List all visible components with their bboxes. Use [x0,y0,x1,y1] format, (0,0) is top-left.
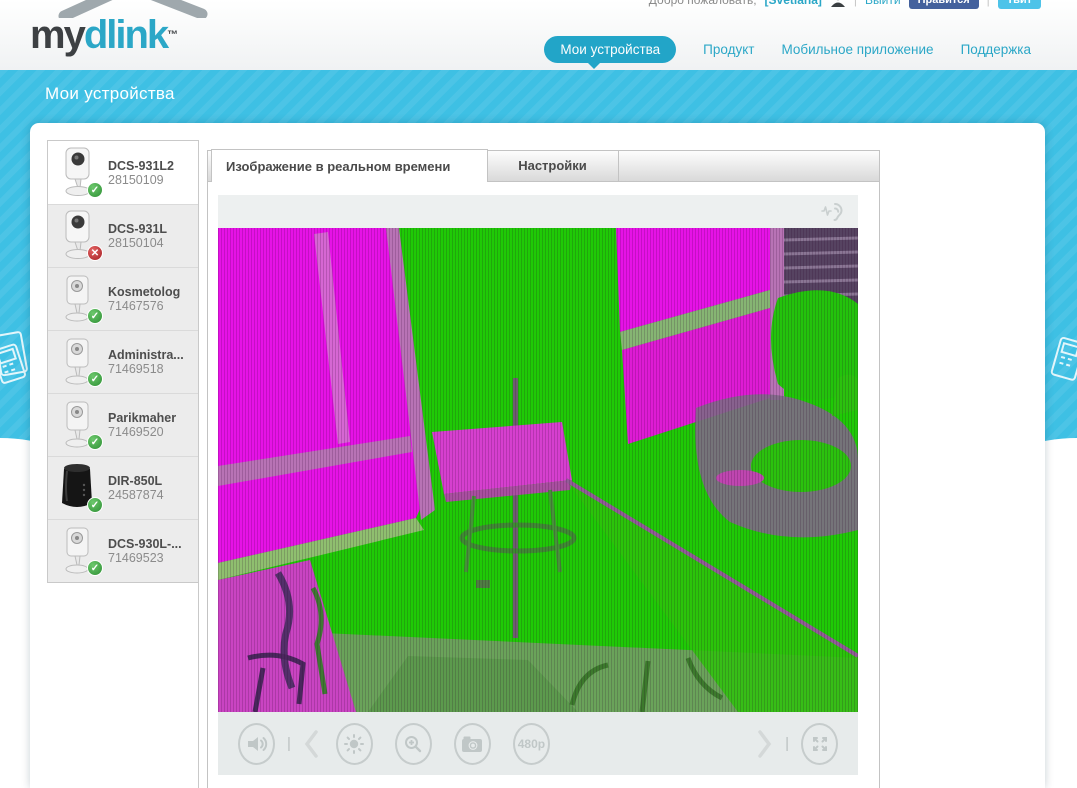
device-item-kosmetolog[interactable]: ✓ Kosmetolog 71467576 [48,267,198,330]
device-name: DCS-930L-... [108,537,182,551]
status-online-icon: ✓ [87,434,103,450]
nav-product[interactable]: Продукт [703,42,754,57]
user-icon [830,0,845,7]
camera-thumbnail: ✓ [54,524,103,578]
device-name: Kosmetolog [108,285,181,299]
status-offline-icon: ✕ [87,245,103,261]
content-panel: ✓ DCS-931L2 28150109 ✕ DCS-931L 28150104 ✓… [30,123,1045,788]
device-item-dcs-931l2[interactable]: ✓ DCS-931L2 28150109 [48,141,198,204]
device-id: 71469520 [108,425,164,439]
device-list: ✓ DCS-931L2 28150109 ✕ DCS-931L 28150104 ✓… [47,140,199,583]
device-name: DIR-850L [108,474,163,488]
top-header: mydlink™ Добро пожаловать, [Svetlana] | … [0,0,1077,70]
device-item-dir-850l[interactable]: ✓ DIR-850L 24587874 [48,456,198,519]
device-item-dcs-930l[interactable]: ✓ DCS-930L-... 71469523 [48,519,198,582]
status-online-icon: ✓ [87,560,103,576]
separator: | [853,0,858,7]
live-view-content: | 480p | [207,181,880,788]
device-id: 71467576 [108,299,164,313]
snapshot-button[interactable] [453,722,491,765]
camera-thumbnail: ✓ [54,398,103,452]
separator: | [287,735,291,752]
device-id: 28150104 [108,236,164,250]
mydlink-page: mydlink™ Добро пожаловать, [Svetlana] | … [0,0,1077,788]
mydlink-logo[interactable]: mydlink™ [30,0,208,57]
username-link[interactable]: [Svetlana] [765,0,822,7]
device-id: 28150109 [108,172,164,187]
status-online-icon: ✓ [87,497,103,513]
camera-live-stream [218,228,858,712]
resolution-label: 480p [517,736,546,751]
device-name: DCS-931L [108,222,168,236]
nav-mobile-app[interactable]: Мобильное приложение [781,42,933,57]
main-nav: Мои устройства Продукт Мобильное приложе… [544,36,1031,69]
brightness-button[interactable] [335,722,373,765]
viewer-header [218,195,858,228]
account-bar: Добро пожаловать, [Svetlana] | Выйти Нра… [649,0,1041,11]
device-id: 24587874 [108,488,164,502]
status-online-icon: ✓ [87,181,103,198]
next-button[interactable] [756,729,773,759]
tab-live-view[interactable]: Изображение в реальном времени [211,149,488,182]
camera-thumbnail: ✕ [54,209,103,263]
page-title: Мои устройства [45,84,175,103]
resolution-button[interactable]: 480p [512,722,550,765]
zoom-in-button[interactable] [394,722,432,765]
facebook-like-button[interactable]: Нравится [908,0,979,9]
fullscreen-button[interactable] [801,722,838,765]
separator: | [785,735,789,752]
device-id: 71469518 [108,362,164,376]
logo-text: mydlink™ [30,13,178,57]
tab-settings[interactable]: Настройки [487,150,619,181]
device-name: Parikmaher [108,411,177,425]
player-controls: | 480p | [218,712,858,775]
volume-button[interactable] [238,722,275,765]
nav-support[interactable]: Поддержка [961,42,1031,57]
router-thumbnail: ✓ [54,461,103,515]
twitter-tweet-button[interactable]: Твит [997,0,1041,9]
nav-my-devices[interactable]: Мои устройства [544,36,677,69]
camera-thumbnail: ✓ [54,272,103,326]
status-online-icon: ✓ [87,371,103,387]
device-item-dcs-931l[interactable]: ✕ DCS-931L 28150104 [48,204,198,267]
device-item-parikmaher[interactable]: ✓ Parikmaher 71469520 [48,393,198,456]
device-name: DCS-931L2 [108,158,174,173]
camera-thumbnail: ✓ [54,335,103,389]
status-online-icon: ✓ [87,308,103,324]
device-id: 71469523 [108,551,164,565]
device-name: Administra... [108,348,184,362]
camera-thumbnail: ✓ [54,146,103,200]
device-item-administra[interactable]: ✓ Administra... 71469518 [48,330,198,393]
welcome-text: Добро пожаловать, [648,0,757,7]
listen-audio-icon[interactable] [820,200,848,224]
separator: | [986,0,990,7]
prev-button[interactable] [303,729,320,759]
logout-link[interactable]: Выйти [865,0,901,7]
